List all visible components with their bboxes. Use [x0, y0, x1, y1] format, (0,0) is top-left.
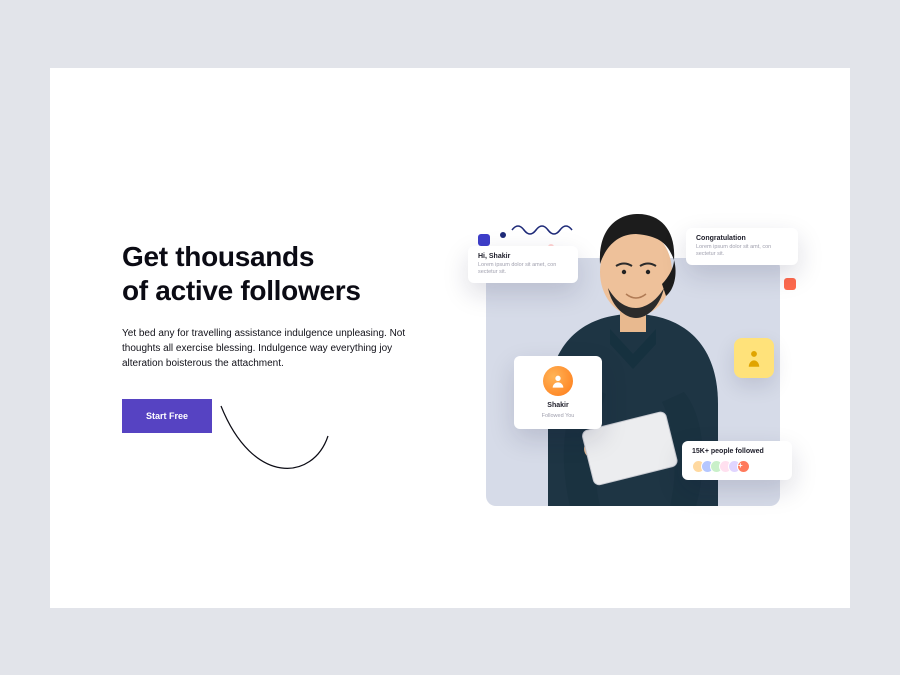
- congrats-card: Congratulation Lorem ipsum dolor sit amt…: [686, 228, 798, 266]
- square-decoration: [784, 278, 796, 290]
- hero-section: Get thousands of active followers Yet be…: [50, 68, 850, 608]
- greeting-title: Hi, Shakir: [478, 253, 568, 260]
- hero-title-line1: Get thousands: [122, 241, 314, 272]
- person-chip-icon: [734, 338, 774, 378]
- followed-card: Shakir Followed You: [514, 356, 602, 429]
- hero-subtitle: Yet bed any for travelling assistance in…: [122, 326, 422, 371]
- avatar-more-icon: +: [737, 460, 750, 473]
- people-followed-title: 15K+ people followed: [692, 448, 782, 455]
- avatar-stack: +: [692, 460, 782, 473]
- congrats-text: Lorem ipsum dolor sit amt, con sectetur …: [696, 244, 788, 259]
- congrats-title: Congratulation: [696, 235, 788, 242]
- dot-decoration: [500, 232, 506, 238]
- square-decoration: [478, 234, 490, 246]
- people-followed-card: 15K+ people followed +: [682, 441, 792, 480]
- hero-title: Get thousands of active followers: [122, 240, 422, 308]
- hero-title-line2: of active followers: [122, 275, 361, 306]
- illustration: Hi, Shakir Lorem ipsum dolor sit amet, c…: [468, 196, 798, 526]
- hero-copy: Get thousands of active followers Yet be…: [122, 240, 422, 433]
- start-free-button[interactable]: Start Free: [122, 399, 212, 433]
- followed-sub: Followed You: [524, 413, 592, 419]
- avatar-icon: [543, 366, 573, 396]
- greeting-card: Hi, Shakir Lorem ipsum dolor sit amet, c…: [468, 246, 578, 284]
- greeting-text: Lorem ipsum dolor sit amet, con sectetur…: [478, 262, 568, 277]
- followed-name: Shakir: [524, 402, 592, 409]
